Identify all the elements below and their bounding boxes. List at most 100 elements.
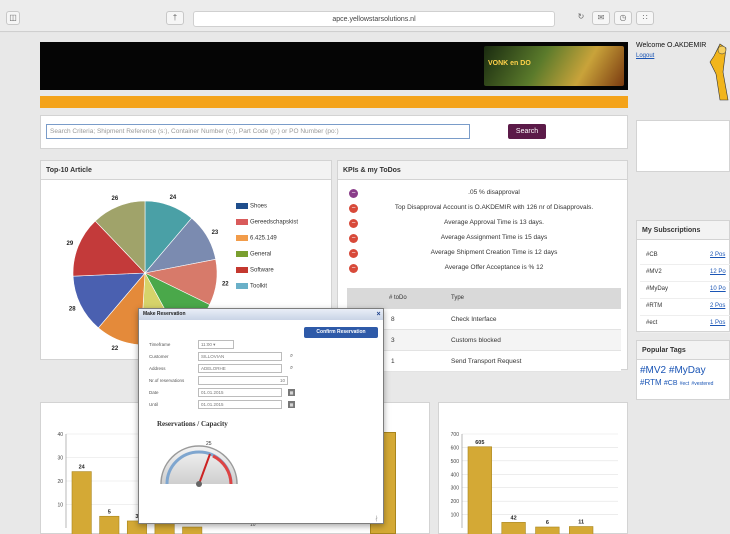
pie-slice-label: 24 bbox=[170, 195, 177, 201]
confirm-reservation-button[interactable]: Confirm Reservation bbox=[304, 327, 378, 338]
legend-item[interactable]: 6.425.149 bbox=[236, 235, 277, 245]
sidebar-icon[interactable]: ◫ bbox=[6, 11, 20, 25]
subscription-link[interactable]: 1 Pos bbox=[710, 320, 725, 326]
search-input[interactable]: Search Criteria; Shipment Reference (s:)… bbox=[46, 124, 470, 139]
alert-icon[interactable]: − bbox=[349, 204, 358, 213]
subscription-link[interactable]: 10 Po bbox=[710, 286, 726, 292]
close-icon[interactable]: × bbox=[374, 309, 383, 320]
todo-row[interactable]: 3 Customs blocked bbox=[347, 330, 621, 351]
pie-slice-label: 22 bbox=[111, 346, 118, 352]
subscription-link[interactable]: 2 Pos bbox=[710, 303, 725, 309]
grid-icon[interactable]: ∷ bbox=[636, 11, 654, 25]
legend-item[interactable]: Gereedschapskist bbox=[236, 219, 298, 229]
gauge-value: 25 bbox=[206, 441, 212, 447]
calendar-icon[interactable]: ▦ bbox=[288, 389, 295, 396]
y-tick-label: 500 bbox=[451, 459, 460, 465]
logout-link[interactable]: Logout bbox=[636, 53, 654, 59]
bar-chart-right[interactable]: 700 600 500 400 300 200 100 605 42 6 11 bbox=[446, 428, 622, 534]
todo-row[interactable]: 8 Check Interface bbox=[347, 309, 621, 330]
calendar-icon[interactable]: ▦ bbox=[288, 401, 295, 408]
tag-link[interactable]: #MV2 bbox=[640, 365, 666, 376]
history-icon[interactable]: ◷ bbox=[614, 11, 632, 25]
bar[interactable] bbox=[467, 446, 492, 534]
bar-value-label: 5 bbox=[108, 509, 111, 515]
reload-icon[interactable]: ↻ bbox=[572, 11, 590, 25]
subscription-tag: #ect bbox=[646, 320, 658, 326]
kpi-item: − Average Approval Time is 13 days. bbox=[346, 218, 626, 233]
info-icon[interactable]: − bbox=[349, 189, 358, 198]
form-input[interactable]: SILLOVIAN bbox=[198, 352, 282, 361]
timeframe-select[interactable]: 11:00 ▾ bbox=[198, 340, 234, 349]
pie-slice-label: 22 bbox=[222, 282, 229, 288]
bar[interactable] bbox=[182, 526, 203, 534]
subscription-tag: #RTM bbox=[646, 303, 663, 309]
pie-slice-label: 23 bbox=[212, 230, 219, 236]
legend-label: Software bbox=[250, 267, 274, 274]
tag-link[interactable]: #ect bbox=[680, 381, 689, 387]
popular-tags-line2: #RTM #CB #ect #vestered bbox=[640, 378, 713, 387]
kpi-text: Average Approval Time is 13 days. bbox=[444, 219, 544, 226]
address-bar[interactable]: apce.yellowstarsolutions.nl bbox=[193, 11, 555, 27]
kpi-text: Top Disapproval Account is O.AKDEMIR wit… bbox=[394, 204, 594, 211]
subscription-row: #CB 2 Pos bbox=[640, 249, 730, 265]
legend-item[interactable]: General bbox=[236, 251, 271, 261]
pie-slice-label: 29 bbox=[66, 241, 73, 247]
bar-value-label: 605 bbox=[475, 440, 484, 446]
todo-type-header: Type bbox=[451, 295, 465, 301]
subscription-link[interactable]: 2 Pos bbox=[710, 252, 725, 258]
legend-item[interactable]: Shoes bbox=[236, 203, 267, 213]
y-tick-label: 20 bbox=[57, 479, 63, 485]
subscription-tag: #CB bbox=[646, 252, 658, 258]
todo-count: 3 bbox=[391, 337, 395, 344]
tag-link[interactable]: #vestered bbox=[691, 381, 713, 387]
alert-icon[interactable]: − bbox=[349, 219, 358, 228]
kpi-item: − Average Assignment Time is 15 days bbox=[346, 233, 626, 248]
alert-icon[interactable]: − bbox=[349, 264, 358, 273]
subscription-link[interactable]: 12 Po bbox=[710, 269, 726, 275]
popular-tags-title: Popular Tags bbox=[637, 341, 729, 360]
bar[interactable] bbox=[569, 526, 594, 534]
bar[interactable] bbox=[99, 515, 120, 534]
form-input[interactable]: 01.01.2015 bbox=[198, 400, 282, 409]
bar[interactable] bbox=[535, 526, 560, 534]
bar[interactable] bbox=[501, 522, 526, 534]
form-input[interactable]: 10 bbox=[198, 376, 288, 385]
pie-slice-label: 26 bbox=[111, 196, 118, 202]
bar-value-label: 6 bbox=[546, 520, 549, 526]
y-tick-label: 10 bbox=[57, 503, 63, 509]
lookup-icon[interactable]: ⌕ bbox=[288, 365, 295, 372]
legend-item[interactable]: Toolkit bbox=[236, 283, 267, 293]
info-box bbox=[636, 120, 730, 172]
y-tick-label: 300 bbox=[451, 486, 460, 492]
tag-link[interactable]: #CB bbox=[664, 380, 678, 387]
todo-row[interactable]: 1 Send Transport Request bbox=[347, 351, 621, 372]
bar-value-label: 42 bbox=[511, 515, 517, 521]
top10-title: Top-10 Article bbox=[41, 161, 331, 180]
search-button[interactable]: Search bbox=[508, 124, 546, 139]
bar[interactable] bbox=[71, 471, 92, 534]
kpi-item: − Average Offer Acceptance is % 12 bbox=[346, 263, 626, 278]
mail-icon[interactable]: ✉ bbox=[592, 11, 610, 25]
y-tick-label: 100 bbox=[451, 513, 460, 519]
privacy-icon[interactable]: † bbox=[166, 11, 184, 25]
legend-label: Toolkit bbox=[250, 283, 268, 290]
legend-swatch bbox=[236, 251, 248, 257]
form-label: Address bbox=[149, 366, 166, 371]
tag-link[interactable]: #RTM bbox=[640, 378, 662, 387]
alert-icon[interactable]: − bbox=[349, 234, 358, 243]
alert-icon[interactable]: − bbox=[349, 249, 358, 258]
reservation-dialog bbox=[138, 308, 384, 524]
tag-link[interactable]: #MyDay bbox=[669, 365, 706, 376]
form-input[interactable]: 01.01.2015 bbox=[198, 388, 282, 397]
resize-handle-icon[interactable]: ∤ bbox=[375, 515, 381, 522]
subscriptions-title: My Subscriptions bbox=[637, 221, 729, 240]
browser-toolbar: ◫ † apce.yellowstarsolutions.nl ↻ ✉ ◷ ∷ bbox=[0, 0, 730, 32]
legend-item[interactable]: Software bbox=[236, 267, 274, 277]
lookup-icon[interactable]: ⌕ bbox=[288, 353, 295, 360]
y-tick-label: 400 bbox=[451, 472, 460, 478]
form-label: Timeframe bbox=[149, 342, 171, 347]
legend-label: Gereedschapskist bbox=[250, 219, 299, 226]
todo-type: Customs blocked bbox=[451, 337, 501, 344]
form-input[interactable]: ADELORHE bbox=[198, 364, 282, 373]
pie-slice-label: 28 bbox=[69, 307, 76, 313]
